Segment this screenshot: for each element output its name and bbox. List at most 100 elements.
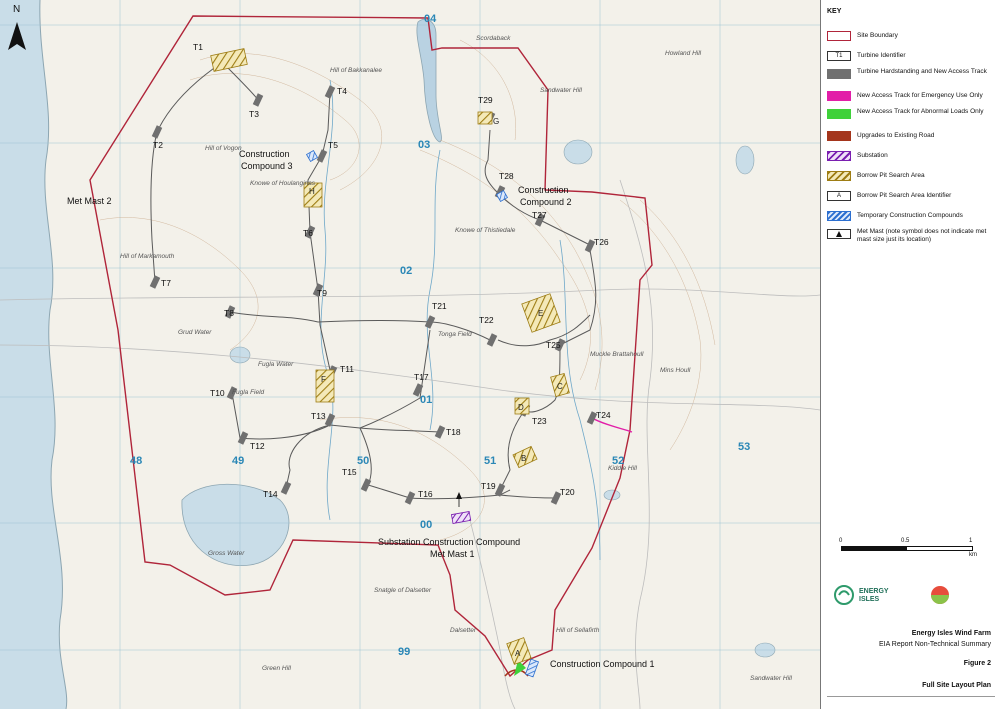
key-label: Upgrades to Existing Road: [857, 132, 935, 139]
temp-compound-symbol: [827, 211, 851, 221]
key-label: New Access Track for Abnormal Loads Only: [857, 108, 984, 115]
place-name: Sandwater Hill: [750, 675, 792, 682]
key-row-borrow-identifier: A Borrow Pit Search Area Identifier: [827, 190, 997, 206]
title-block-footer: [827, 696, 995, 707]
place-name: Hill of Sellafirth: [556, 627, 600, 634]
project-name: Energy Isles Wind Farm: [911, 630, 991, 637]
place-name: Tonga Field: [438, 331, 472, 338]
place-name: Green Hill: [262, 665, 291, 672]
key-label: Substation: [857, 152, 888, 159]
turbine-label-t15: T15: [342, 467, 357, 477]
turbine-label-t10: T10: [210, 388, 225, 398]
scale-unit: km: [969, 552, 977, 558]
place-name: Fugla Water: [258, 361, 294, 368]
figure-title: Full Site Layout Plan: [922, 682, 991, 689]
turbine-label-t26: T26: [594, 237, 609, 247]
turbine-label-t4: T4: [337, 86, 347, 96]
key-panel: KEY Site Boundary T1 Turbine Identifier …: [820, 0, 1000, 709]
turbine-label-t1: T1: [193, 42, 203, 52]
turbine-label-t5: T5: [328, 140, 338, 150]
turbine-label-t12: T12: [250, 441, 265, 451]
turbine-label-t22: T22: [479, 315, 494, 325]
energy-isles-logo-icon: [834, 585, 854, 605]
borrow-pit-label-G: G: [493, 117, 499, 126]
borrow-pit-label-E: E: [538, 309, 543, 318]
key-row-upgrade-road: Upgrades to Existing Road: [827, 130, 997, 146]
turbine-label-t8: T8: [224, 308, 234, 318]
key-row-hardstanding: Turbine Hardstanding and New Access Trac…: [827, 68, 997, 84]
borrow-identifier-symbol: A: [827, 191, 851, 201]
key-row-site-boundary: Site Boundary: [827, 30, 997, 46]
turbine-label-t7: T7: [161, 278, 171, 288]
turbine-label-t16: T16: [418, 489, 433, 499]
turbine-label-t27: T27: [532, 210, 547, 220]
place-name: Snatgle of Dalsetter: [374, 587, 432, 594]
title-block: Energy Isles Wind Farm EIA Report Non-Te…: [827, 622, 995, 708]
place-name: Fugla Field: [232, 389, 265, 396]
met-mast-symbol: [827, 229, 851, 239]
key-label: Site Boundary: [857, 32, 898, 39]
turbine-identifier-symbol: T1: [827, 51, 851, 61]
key-row-substation: Substation: [827, 150, 997, 166]
label-cc1: Construction Compound 1: [550, 659, 655, 669]
grid-number: 03: [418, 139, 430, 151]
grid-number: 48: [130, 455, 142, 467]
partner-logo-icon: [931, 586, 949, 604]
turbine-label-t6: T6: [303, 228, 313, 238]
grid-number: 04: [424, 13, 437, 25]
borrow-pit-label-H: H: [309, 187, 315, 196]
place-name: Hill of Vogon: [205, 145, 242, 152]
grid-number: 49: [232, 455, 244, 467]
grid-number: 01: [420, 394, 432, 406]
turbine-label-t11: T11: [340, 364, 354, 374]
scale-tick: 0.5: [901, 538, 910, 544]
place-name: Mins Houll: [660, 367, 691, 374]
label-substation-compound: Substation Construction Compound: [378, 537, 520, 547]
scale-bar: 0 0.5 1 km: [839, 538, 991, 568]
energy-isles-logo-text: ENERGY ISLES: [859, 588, 889, 603]
label-cc2-line2: Compound 2: [520, 197, 572, 207]
key-row-temp-compound: Temporary Construction Compounds: [827, 210, 997, 226]
borrow-pit-label-D: D: [518, 403, 524, 412]
label-cc2-line1: Construction: [518, 185, 569, 195]
key-row-borrow-pit: Borrow Pit Search Area: [827, 170, 997, 186]
key-label: Borrow Pit Search Area Identifier: [857, 192, 952, 199]
place-name: Hill of Bakkanalee: [330, 67, 382, 74]
key-label: Met Mast (note symbol does not indicate …: [857, 228, 987, 243]
site-map: A B C D E F G H 04 03 02 01 00 99 48 49: [0, 0, 820, 709]
document-name: EIA Report Non-Technical Summary: [878, 641, 991, 648]
turbine-label-t19: T19: [481, 481, 496, 491]
north-label: N: [13, 4, 20, 15]
turbine-label-t18: T18: [446, 427, 461, 437]
place-name: Kiddie Hill: [608, 465, 637, 472]
abnormal-track-symbol: [827, 109, 851, 119]
place-name: Dalsetter: [450, 627, 477, 634]
place-name: Howland Hill: [665, 50, 702, 57]
key-label: Turbine Identifier: [857, 52, 906, 59]
turbine-label-t13: T13: [311, 411, 326, 421]
borrow-pit-label-C: C: [557, 382, 563, 391]
key-row-abnormal-track: New Access Track for Abnormal Loads Only: [827, 108, 997, 124]
key-row-met-mast: Met Mast (note symbol does not indicate …: [827, 228, 997, 244]
grid-number: 00: [420, 519, 432, 531]
turbine-label-t24: T24: [596, 410, 611, 420]
key-label: Temporary Construction Compounds: [857, 212, 963, 219]
turbine-label-t2: T2: [153, 140, 163, 150]
turbine-label-t17: T17: [414, 372, 429, 382]
grid-number: 50: [357, 455, 369, 467]
turbine-label-t25: T25: [546, 340, 561, 350]
turbine-label-t9: T9: [317, 288, 327, 298]
upgrade-road-symbol: [827, 131, 851, 141]
turbine-label-t23: T23: [532, 416, 547, 426]
figure-number: Figure 2: [963, 660, 991, 667]
place-name: Grud Water: [178, 329, 212, 336]
scale-tick: 0: [839, 538, 843, 544]
place-name: Knowe of Thistiedale: [455, 227, 516, 234]
place-name: Sandwater Hill: [540, 87, 582, 94]
grid-number: 51: [484, 455, 496, 467]
substation-symbol: [827, 151, 851, 161]
borrow-pit-symbol: [827, 171, 851, 181]
scale-bar-graphic: [841, 546, 973, 551]
key-row-emergency-track: New Access Track for Emergency Use Only: [827, 90, 997, 106]
logos: ENERGY ISLES: [827, 578, 995, 618]
